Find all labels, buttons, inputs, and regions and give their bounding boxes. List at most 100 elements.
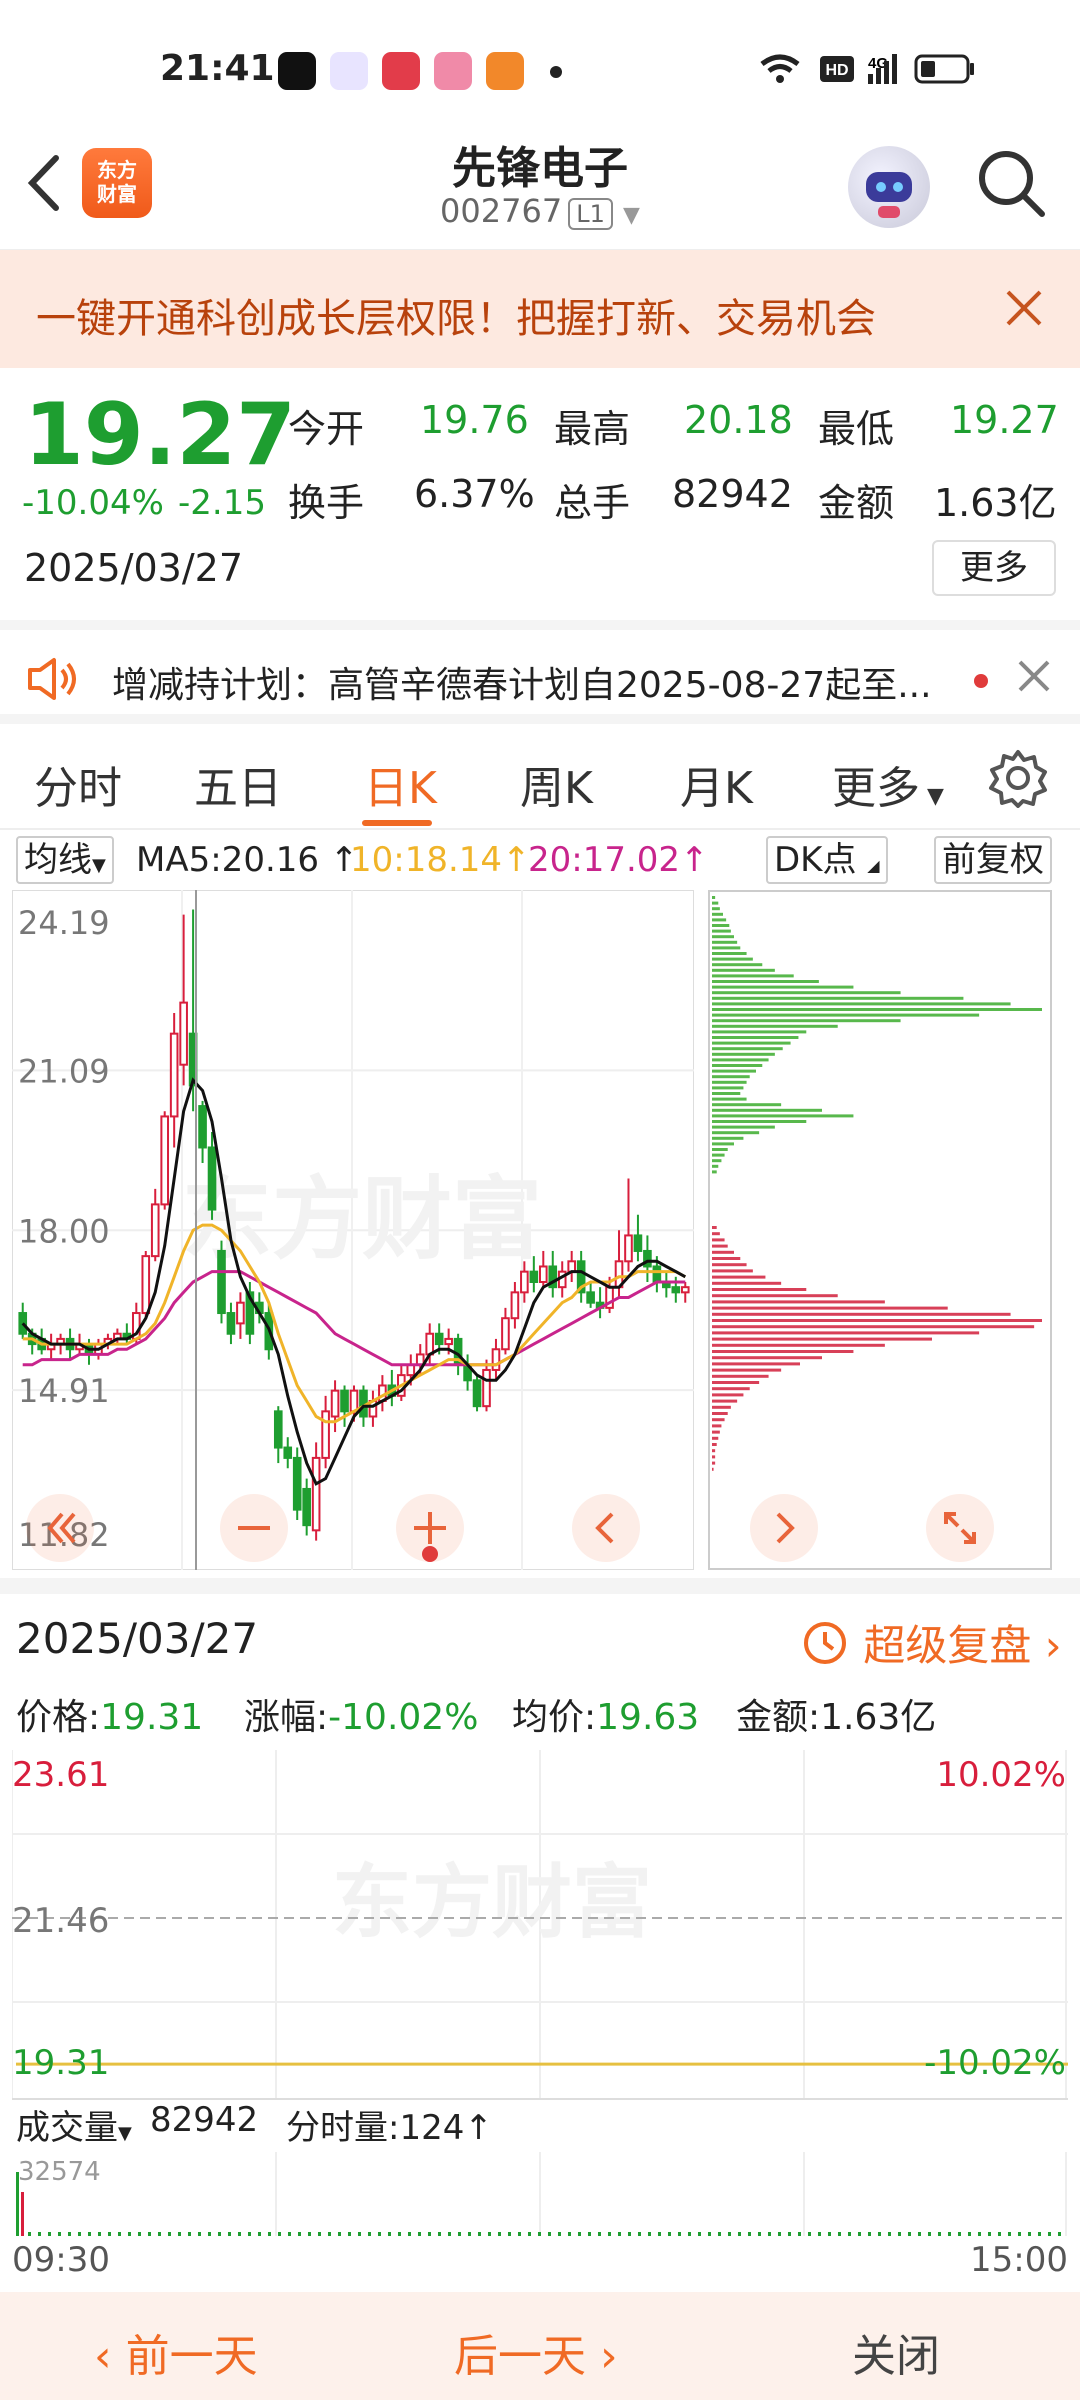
tab-more[interactable]: 更多 ▼	[832, 752, 944, 816]
ai-assistant-avatar[interactable]	[848, 146, 930, 228]
scroll-left-button[interactable]	[572, 1494, 640, 1562]
app-notification-icon	[278, 52, 316, 90]
promo-banner[interactable]: 一键开通科创成长层权限！把握打新、交易机会	[0, 250, 1080, 368]
chip-bar-profit	[712, 1080, 747, 1084]
volume-bar	[198, 2232, 201, 2236]
chip-bar-loss	[712, 1405, 731, 1409]
banner-close-button[interactable]	[1000, 274, 1050, 357]
chip-bar-loss	[712, 1362, 800, 1366]
svg-text:HD: HD	[825, 62, 848, 79]
chip-bar-loss	[712, 1449, 716, 1453]
volume-bar	[168, 2232, 171, 2236]
chip-bar-loss	[712, 1387, 750, 1391]
open-label: 今开	[288, 407, 365, 451]
change-percent: -10.04%	[22, 483, 164, 523]
tab-timeshare[interactable]: 分时	[34, 752, 122, 816]
search-button[interactable]	[976, 148, 1046, 218]
volume-bar	[338, 2232, 341, 2236]
change-amount: -2.15	[178, 483, 266, 523]
volume-bar	[16, 2172, 19, 2236]
volume-bar	[488, 2232, 491, 2236]
volume-bar	[478, 2232, 481, 2236]
candle	[330, 1389, 340, 1418]
volume-bar	[768, 2232, 771, 2236]
holding-notice[interactable]: 增减持计划：高管辛德春计划自2025-08-27起至...	[0, 620, 1080, 724]
chip-bar-loss	[712, 1244, 728, 1248]
candlestick-chart[interactable]: 东方财富 24.1921.0918.0014.9111.82	[12, 890, 694, 1570]
chip-bar-profit	[712, 1075, 750, 1079]
volume-bar	[238, 2232, 241, 2236]
chip-bar-loss	[712, 1467, 714, 1471]
volume-bar	[228, 2232, 231, 2236]
scroll-right-button[interactable]	[750, 1494, 818, 1562]
chip-distribution-chart[interactable]	[708, 890, 1052, 1570]
volume-bar	[838, 2232, 841, 2236]
volume-bar	[918, 2232, 921, 2236]
ma-selector[interactable]: 均线▼	[16, 836, 114, 884]
volume-bar	[728, 2232, 731, 2236]
chip-bar-loss	[712, 1436, 719, 1440]
high-value: 20.18	[684, 398, 793, 442]
super-replay-button[interactable]: 超级复盘 ›	[800, 1612, 1062, 1673]
adjust-selector[interactable]: 前复权	[934, 836, 1052, 884]
zoom-out-fast-button[interactable]	[26, 1494, 94, 1562]
tab-daily-k[interactable]: 日K	[364, 752, 437, 816]
notice-text: 增减持计划：高管辛德春计划自2025-08-27起至...	[112, 665, 932, 706]
volume-bar	[348, 2232, 351, 2236]
volume-chart[interactable]: 32574	[12, 2152, 1068, 2236]
turnover-value: 6.37%	[414, 472, 535, 516]
volume-bar	[21, 2192, 24, 2236]
tab-monthly-k[interactable]: 月K	[680, 752, 753, 816]
next-day-button[interactable]: 后一天 ›	[454, 2320, 618, 2384]
volume-bar	[138, 2232, 141, 2236]
volume-value: 82942	[672, 472, 793, 516]
tab-weekly-k[interactable]: 周K	[520, 752, 593, 816]
y-tick-label: 14.91	[18, 1372, 110, 1410]
chip-bar-profit	[712, 918, 727, 922]
volume-bar	[108, 2232, 111, 2236]
zoom-out-button[interactable]	[220, 1494, 288, 1562]
fullscreen-button[interactable]	[926, 1494, 994, 1562]
chip-bar-profit	[712, 1153, 725, 1157]
candle	[415, 1353, 425, 1366]
volume-bar	[1038, 2232, 1041, 2236]
chip-bar-loss	[712, 1232, 720, 1236]
volume-bar	[528, 2232, 531, 2236]
tab-five-day[interactable]: 五日	[194, 752, 282, 816]
chevron-right-icon: ›	[1044, 1621, 1062, 1670]
active-tab-indicator	[362, 820, 432, 826]
status-time: 21:41	[160, 48, 275, 89]
chip-bar-loss	[712, 1275, 766, 1279]
close-button[interactable]: 关闭	[852, 2320, 940, 2384]
candle	[198, 1105, 207, 1149]
chip-bar-profit	[712, 1030, 807, 1034]
chip-bar-profit	[712, 996, 964, 1000]
volume-selector[interactable]: 成交量▼	[16, 2100, 132, 2149]
current-price: 19.27	[24, 385, 297, 485]
prev-day-button[interactable]: ‹ 前一天	[94, 2320, 258, 2384]
settings-icon[interactable]	[988, 748, 1048, 808]
chip-bar-profit	[712, 1069, 756, 1073]
chip-bar-loss	[712, 1418, 725, 1422]
candle	[482, 1368, 491, 1408]
volume-bar	[808, 2232, 811, 2236]
volume-bar	[158, 2232, 161, 2236]
chip-bar-profit	[712, 1092, 741, 1095]
dk-point-selector[interactable]: DK点 ◢	[766, 836, 888, 884]
notice-close-button[interactable]	[1014, 646, 1054, 718]
speaker-icon	[28, 658, 76, 700]
candle	[444, 1337, 453, 1346]
volume-bar	[518, 2232, 521, 2236]
candle	[179, 1001, 188, 1066]
volume-bar	[318, 2232, 321, 2236]
volume-bar	[548, 2232, 551, 2236]
volume-bar	[328, 2232, 331, 2236]
more-quote-button[interactable]: 更多	[932, 540, 1056, 596]
chip-bar-loss	[712, 1461, 716, 1465]
chip-bar-profit	[712, 1064, 763, 1067]
chevron-right-icon: ›	[586, 2331, 618, 2382]
timeshare-chart[interactable]: 东方财富 23.61 21.46 19.31 10.02% -10.02%	[12, 1750, 1068, 2100]
volume-bar	[1018, 2232, 1021, 2236]
chip-bar-profit	[712, 963, 763, 967]
volume-bar	[388, 2232, 391, 2236]
